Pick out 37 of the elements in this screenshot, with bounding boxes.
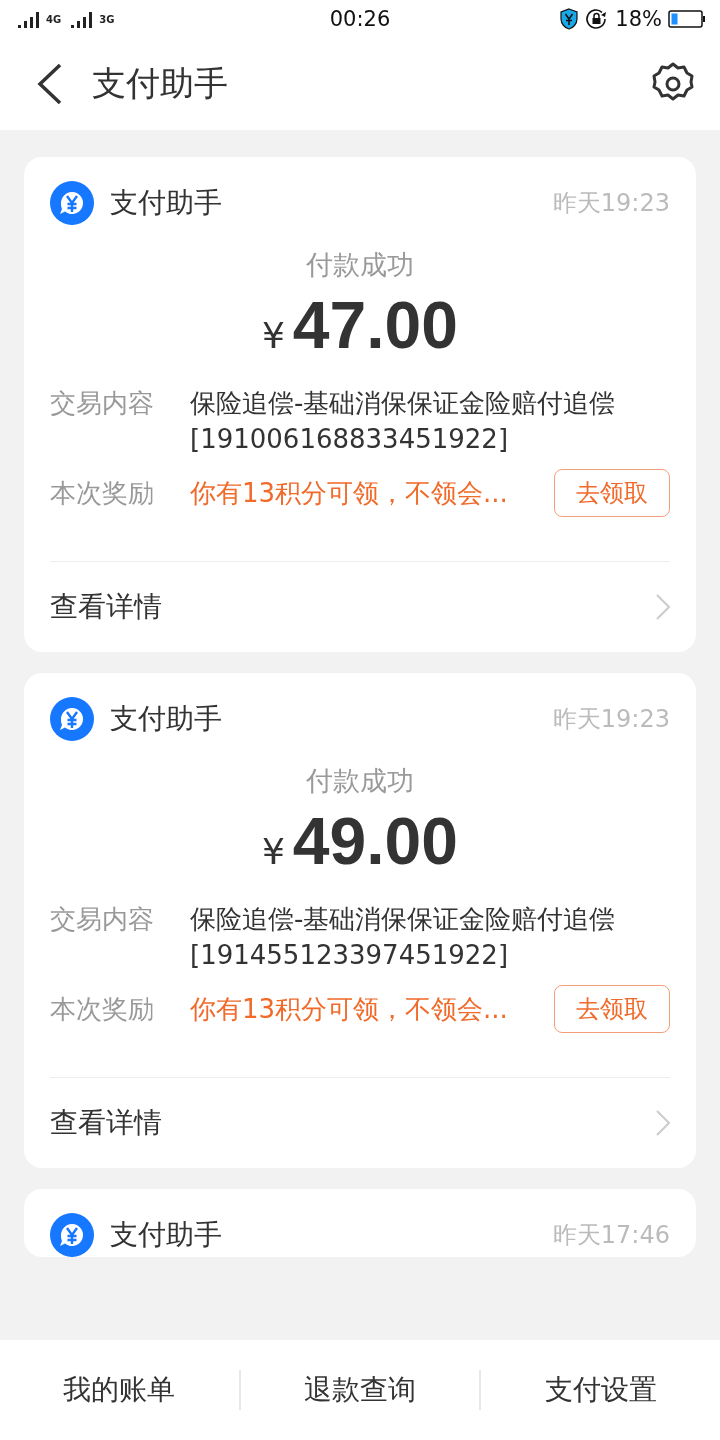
page-title: 支付助手 — [92, 62, 229, 105]
row-label: 交易内容 — [50, 387, 155, 420]
bottom-tab[interactable]: 我的账单 — [0, 1370, 239, 1410]
sender-name: 支付助手 — [110, 701, 223, 737]
network-type: 4G — [46, 13, 62, 25]
payment-amount: 47.00 — [292, 287, 459, 363]
bottom-tab[interactable]: 退款查询 — [238, 1370, 480, 1410]
reward-text: 你有13积分可领，不领会... — [190, 476, 509, 510]
payment-assistant-icon — [50, 697, 94, 741]
transaction-content: 保险追偿-基础消保保证金险赔付追偿 [191455123397451922] — [190, 903, 617, 972]
currency-symbol: ¥ — [261, 315, 285, 356]
message-time: 昨天19:23 — [552, 704, 670, 735]
bottom-tab[interactable]: 支付设置 — [479, 1370, 720, 1410]
row-label: 交易内容 — [50, 903, 155, 936]
payment-status: 付款成功 — [306, 764, 414, 798]
reward-text: 你有13积分可领，不领会... — [190, 992, 509, 1026]
chevron-right-icon — [656, 1110, 670, 1136]
payment-status: 付款成功 — [306, 248, 414, 282]
back-icon[interactable] — [36, 63, 62, 105]
row-label: 本次奖励 — [50, 477, 155, 510]
battery-percent: 18% — [615, 7, 662, 31]
battery-icon — [668, 9, 706, 29]
payment-assistant-icon — [50, 181, 94, 225]
sender-name: 支付助手 — [110, 185, 223, 221]
network-type: 3G — [99, 13, 115, 25]
view-details-link[interactable]: 查看详情 — [50, 588, 162, 626]
view-details-link[interactable]: 查看详情 — [50, 1104, 162, 1142]
shield-icon — [559, 8, 580, 30]
message-time: 昨天17:46 — [552, 1220, 670, 1251]
currency-symbol: ¥ — [261, 831, 285, 872]
sender-name: 支付助手 — [110, 1217, 223, 1253]
message-time: 昨天19:23 — [552, 188, 670, 219]
transaction-content: 保险追偿-基础消保保证金险赔付追偿 [191006168833451922] — [190, 387, 617, 456]
row-label: 本次奖励 — [50, 993, 155, 1026]
chevron-right-icon — [656, 594, 670, 620]
clock: 00:26 — [329, 7, 391, 31]
payment-amount: 49.00 — [292, 803, 459, 879]
